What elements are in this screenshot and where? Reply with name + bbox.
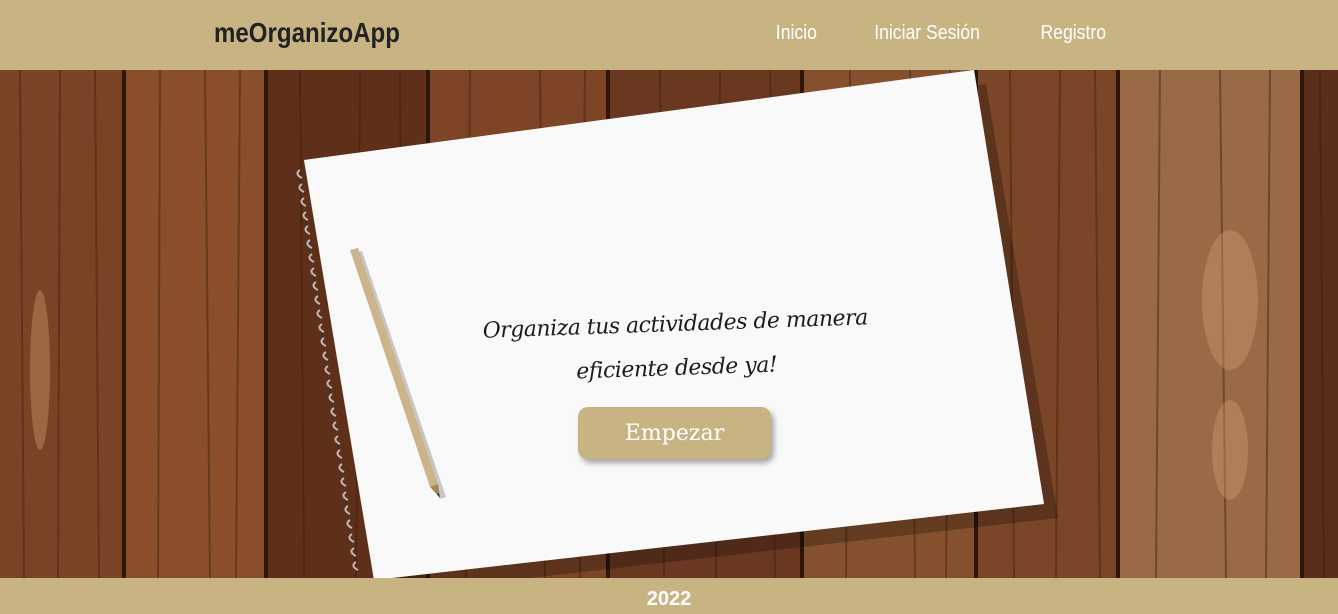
hero-headline: Organiza tus actividades de manera efici… [482,305,869,385]
nav-links: Inicio Iniciar Sesión Registro [725,22,1110,45]
nav-link-iniciar-sesion[interactable]: Iniciar Sesión [875,22,981,45]
brand-logo[interactable]: meOrganizoApp [214,17,400,49]
footer: 2022 [0,578,1338,614]
hero-section: Organiza tus actividades de manera efici… [0,70,1338,578]
nav-link-registro[interactable]: Registro [1040,22,1106,45]
start-button[interactable]: Empezar [578,407,771,459]
nav-link-inicio[interactable]: Inicio [776,22,817,45]
navbar: meOrganizoApp Inicio Iniciar Sesión Regi… [0,0,1338,70]
footer-year: 2022 [646,588,692,610]
